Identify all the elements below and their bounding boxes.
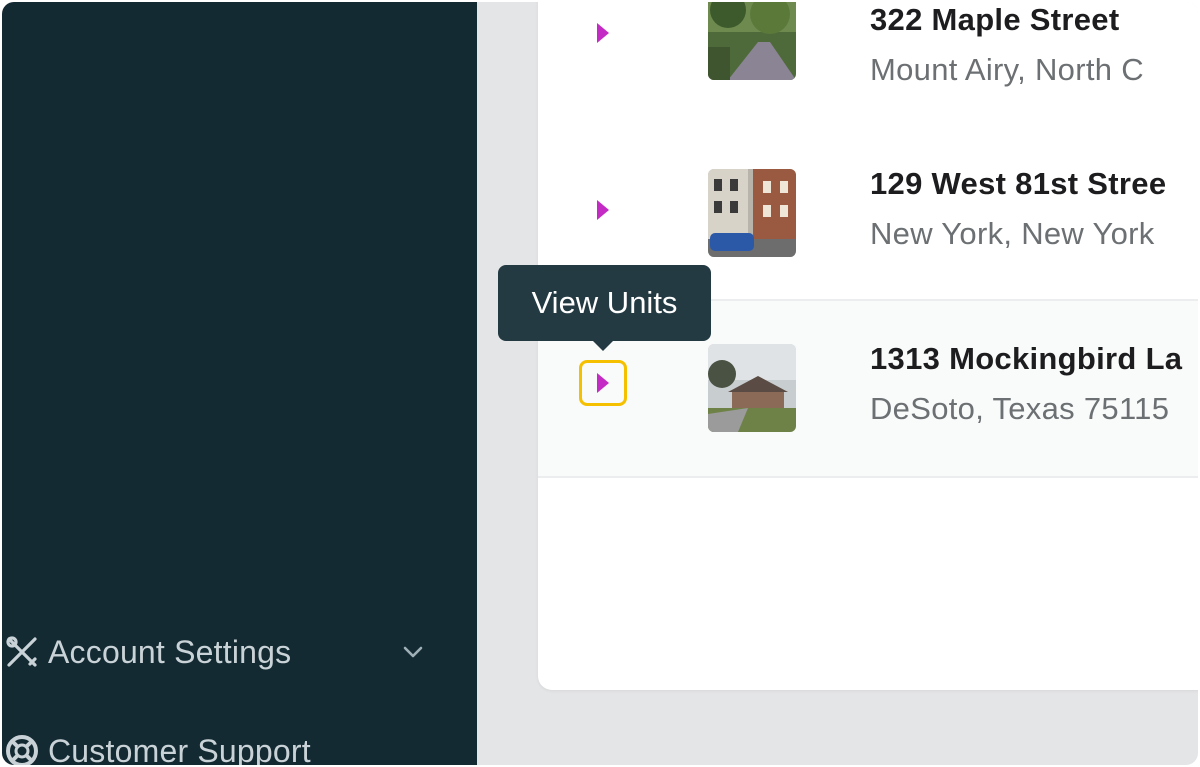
view-units-tooltip: View Units: [498, 265, 711, 351]
property-address: 322 Maple Street Mount Airy, North C: [870, 2, 1144, 88]
street-address: 1313 Mockingbird La: [870, 341, 1183, 376]
property-list-card: 322 Maple Street Mount Airy, North C 129…: [538, 2, 1198, 690]
caret-right-icon: [597, 23, 609, 43]
city-state: New York, New York: [870, 216, 1155, 251]
property-address: 1313 Mockingbird La DeSoto, Texas 75115: [870, 341, 1182, 427]
street-address: 322 Maple Street: [870, 2, 1120, 37]
chevron-down-icon[interactable]: [400, 639, 426, 665]
tooltip-text: View Units: [531, 285, 678, 320]
property-thumbnail: [708, 169, 796, 257]
property-address: 129 West 81st Stree New York, New York: [870, 166, 1166, 252]
tooltip-arrow: [592, 340, 614, 351]
tools-icon: [2, 632, 48, 672]
lifebuoy-icon: [2, 731, 48, 765]
app-window: Account Settings Customer Support 322 Ma…: [2, 2, 1198, 765]
sidebar-item-label: Account Settings: [48, 633, 292, 670]
expand-row-button[interactable]: [579, 10, 627, 56]
sidebar-item-account-settings[interactable]: Account Settings: [2, 627, 462, 677]
property-thumbnail: [708, 344, 796, 432]
city-state: DeSoto, Texas 75115: [870, 391, 1170, 426]
caret-right-icon: [597, 373, 609, 393]
sidebar: Account Settings Customer Support: [2, 2, 477, 765]
street-address: 129 West 81st Stree: [870, 166, 1167, 201]
caret-right-icon: [597, 200, 609, 220]
expand-row-button[interactable]: [579, 187, 627, 233]
city-state: Mount Airy, North C: [870, 52, 1144, 87]
sidebar-item-customer-support[interactable]: Customer Support: [2, 726, 462, 765]
property-thumbnail: [708, 2, 796, 80]
sidebar-item-label: Customer Support: [48, 732, 311, 766]
view-units-button[interactable]: [579, 360, 627, 406]
